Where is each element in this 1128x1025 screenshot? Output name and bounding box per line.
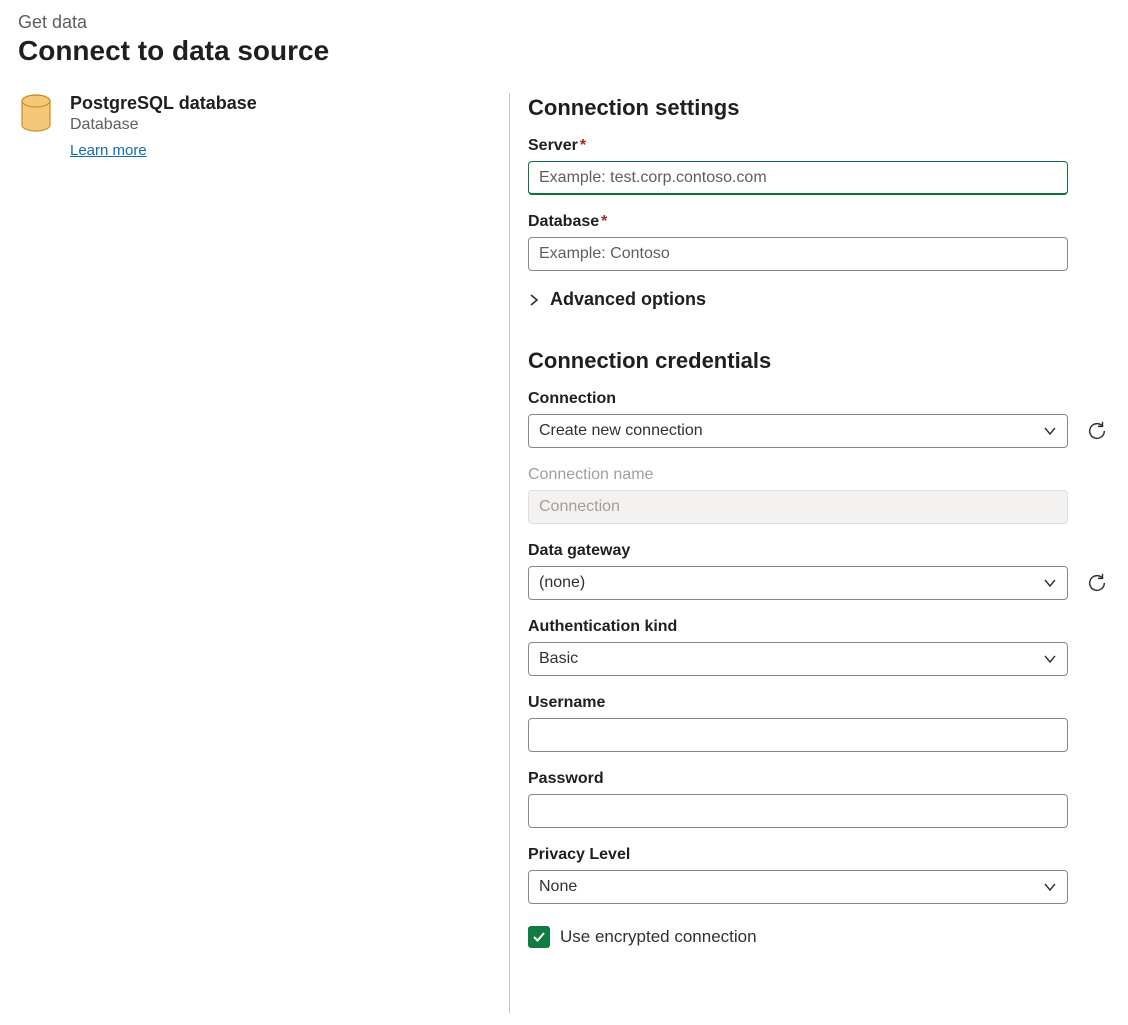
server-label: Server* xyxy=(528,137,1110,155)
connection-name-label: Connection name xyxy=(528,466,1110,484)
server-input[interactable] xyxy=(528,161,1068,195)
privacy-level-select[interactable]: None xyxy=(528,870,1068,904)
connection-select[interactable]: Create new connection xyxy=(528,414,1068,448)
learn-more-link[interactable]: Learn more xyxy=(70,142,147,159)
advanced-options-label: Advanced options xyxy=(550,289,706,310)
connection-label: Connection xyxy=(528,390,1110,408)
refresh-icon xyxy=(1086,572,1108,594)
connection-credentials-heading: Connection credentials xyxy=(528,348,1110,374)
password-label: Password xyxy=(528,770,1110,788)
connection-settings-heading: Connection settings xyxy=(528,95,1110,121)
database-icon xyxy=(18,93,54,135)
advanced-options-toggle[interactable]: Advanced options xyxy=(528,289,1110,310)
auth-kind-label: Authentication kind xyxy=(528,618,1110,636)
page-title: Connect to data source xyxy=(18,35,1110,67)
username-input[interactable] xyxy=(528,718,1068,752)
chevron-down-icon xyxy=(1043,424,1057,438)
auth-kind-select[interactable]: Basic xyxy=(528,642,1068,676)
checkmark-icon xyxy=(532,930,546,944)
chevron-right-icon xyxy=(528,294,540,306)
refresh-gateway-button[interactable] xyxy=(1084,570,1110,596)
connector-title: PostgreSQL database xyxy=(70,93,257,114)
data-gateway-label: Data gateway xyxy=(528,542,1110,560)
connector-panel: PostgreSQL database Database Learn more xyxy=(18,93,509,1013)
privacy-level-label: Privacy Level xyxy=(528,846,1110,864)
database-input[interactable] xyxy=(528,237,1068,271)
data-gateway-select[interactable]: (none) xyxy=(528,566,1068,600)
breadcrumb: Get data xyxy=(18,12,1110,33)
database-label: Database* xyxy=(528,213,1110,231)
password-input[interactable] xyxy=(528,794,1068,828)
encrypted-connection-checkbox[interactable] xyxy=(528,926,550,948)
connector-category: Database xyxy=(70,116,257,134)
refresh-connection-button[interactable] xyxy=(1084,418,1110,444)
chevron-down-icon xyxy=(1043,880,1057,894)
connection-name-input: Connection xyxy=(528,490,1068,524)
form-panel: Connection settings Server* Database* Ad… xyxy=(510,93,1110,1013)
chevron-down-icon xyxy=(1043,576,1057,590)
chevron-down-icon xyxy=(1043,652,1057,666)
required-asterisk: * xyxy=(580,137,586,154)
username-label: Username xyxy=(528,694,1110,712)
required-asterisk: * xyxy=(601,213,607,230)
refresh-icon xyxy=(1086,420,1108,442)
encrypted-connection-label: Use encrypted connection xyxy=(560,927,757,947)
